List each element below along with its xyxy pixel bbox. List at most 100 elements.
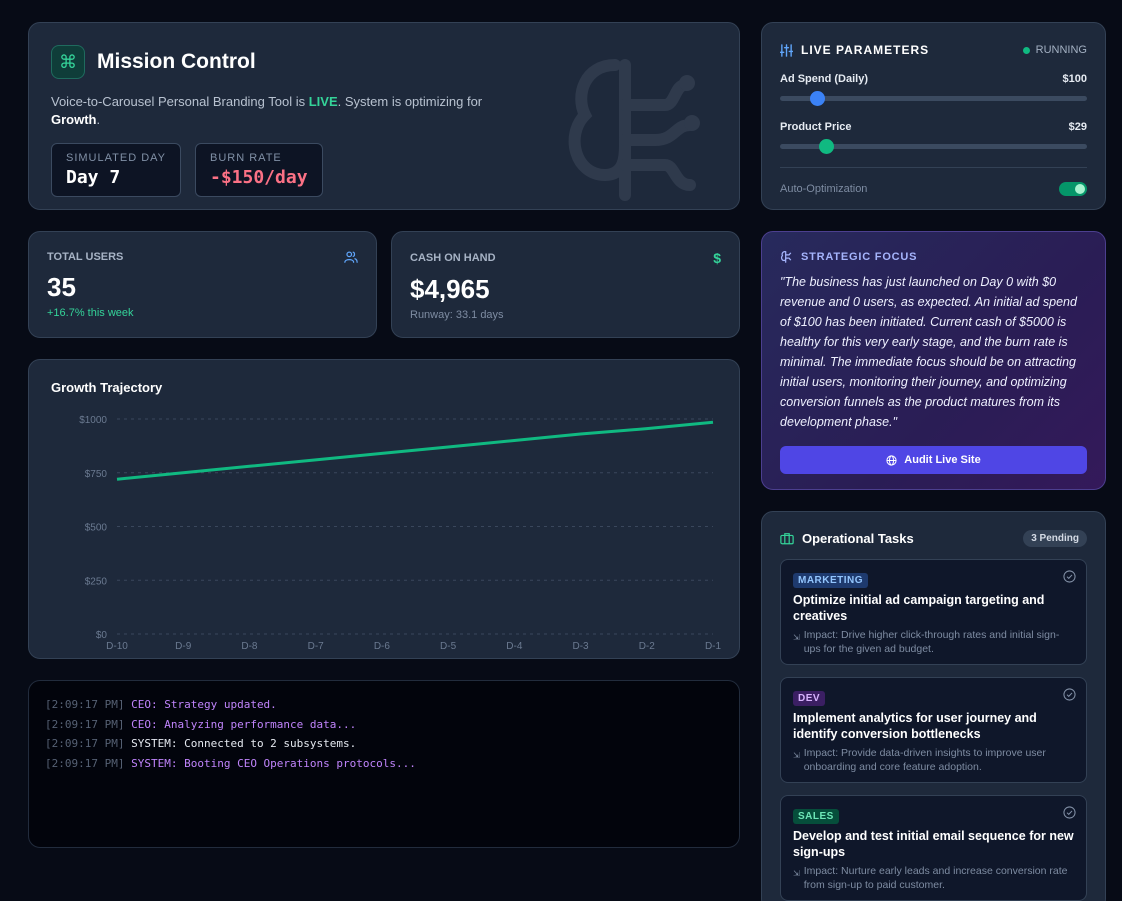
brain-icon [780, 251, 792, 263]
series-line [116, 420, 714, 481]
cash-on-hand-value: $4,965 [410, 274, 490, 304]
task-category-tag: SALES [793, 809, 839, 824]
running-label: RUNNING [1035, 44, 1087, 56]
task-category-tag: DEV [793, 691, 826, 706]
strategic-focus-card: STRATEGIC FOCUS "The business has just l… [761, 231, 1106, 490]
x-tick-label: D-3 [572, 641, 589, 652]
log-message: SYSTEM: Connected to 2 subsystems. [131, 737, 357, 750]
brain-circuit-icon [568, 59, 700, 201]
check-circle-icon[interactable] [1063, 688, 1076, 701]
task-impact: ⇲ Impact: Nurture early leads and increas… [793, 864, 1074, 892]
live-parameters-card: LIVE PARAMETERS RUNNING Ad Spend (Daily)… [761, 22, 1106, 210]
log-line: [2:09:17 PM] SYSTEM: Booting CEO Operati… [45, 754, 723, 774]
audit-button-label: Audit Live Site [904, 454, 981, 466]
growth-chart-card: Growth Trajectory $0 $250 $500 $750 $1000 D-1… [28, 359, 740, 659]
total-users-label: TOTAL USERS [47, 251, 124, 263]
product-price-slider-thumb[interactable] [818, 139, 834, 154]
impact-icon: ⇲ [793, 633, 800, 642]
task-impact-text: Impact: Nurture early leads and increase… [803, 865, 1068, 891]
check-circle-icon[interactable] [1063, 570, 1076, 583]
x-tick-label: D-7 [308, 641, 325, 652]
activity-log-terminal: [2:09:17 PM] CEO: Strategy updated. [2:0… [28, 680, 740, 848]
y-tick-label: $500 [85, 523, 108, 534]
auto-optimization-label: Auto-Optimization [780, 183, 868, 195]
log-message: CEO: Strategy updated. [131, 698, 277, 711]
ad-spend-label: Ad Spend (Daily) [780, 73, 869, 85]
task-title: Implement analytics for user journey and… [793, 711, 1037, 741]
log-line: [2:09:17 PM] CEO: Strategy updated. [45, 695, 723, 715]
task-impact-text: Impact: Provide data-driven insights to … [803, 747, 1046, 773]
operational-tasks-title: Operational Tasks [802, 531, 914, 546]
log-timestamp: [2:09:17 PM] [45, 737, 125, 750]
simulated-day-box: SIMULATED DAY Day 7 [51, 143, 181, 197]
log-line: [2:09:17 PM] CEO: Analyzing performance … [45, 715, 723, 735]
mission-subtitle: Voice-to-Carousel Personal Branding Tool… [51, 93, 491, 129]
growth-chart: $0 $250 $500 $750 $1000 D-10 D-9 D-8 D-7 D-6 D-5 D-… [79, 415, 722, 652]
product-price-value: $29 [1068, 121, 1087, 133]
runway-note: Runway: 33.1 days [410, 309, 504, 321]
impact-icon: ⇲ [793, 751, 800, 760]
subtitle-end: . [96, 112, 101, 127]
auto-optimization-toggle[interactable] [1059, 182, 1087, 196]
log-timestamp: [2:09:17 PM] [45, 717, 125, 731]
task-impact: ⇲ Impact: Provide data-driven insights to… [793, 746, 1074, 774]
total-users-card: TOTAL USERS 35 +16.7% this week [28, 231, 377, 338]
task-title: Optimize initial ad campaign targeting a… [793, 593, 1045, 623]
cash-on-hand-card: CASH ON HAND $ $4,965 Runway: 33.1 days [391, 231, 740, 338]
strategy-quote: "The business has just launched on Day 0… [780, 275, 1077, 429]
divider [780, 167, 1087, 168]
status-dot [1022, 46, 1030, 54]
ad-spend-value: $100 [1062, 73, 1087, 85]
users-icon [344, 251, 358, 263]
total-users-value: 35 [47, 272, 76, 302]
ad-spend-slider-thumb[interactable] [809, 91, 825, 106]
running-status: RUNNING [1022, 44, 1087, 56]
product-price-slider[interactable] [780, 139, 1087, 154]
task-card[interactable]: MARKETING Optimize initial ad campaign t… [780, 559, 1087, 665]
x-tick-label: D-8 [241, 641, 258, 652]
optimization-goal: Growth [51, 112, 97, 127]
x-tick-label: D-2 [639, 641, 656, 652]
cash-on-hand-label: CASH ON HAND [410, 252, 496, 264]
x-tick-label: D-5 [440, 641, 457, 652]
x-tick-label: D-1 [705, 641, 722, 652]
live-parameters-title: LIVE PARAMETERS [801, 43, 930, 57]
operational-tasks-card: Operational Tasks 3 Pending MARKETING Op… [761, 511, 1106, 901]
simulated-day-label: SIMULATED DAY [66, 152, 166, 164]
pending-count-badge: 3 Pending [1023, 530, 1087, 547]
page-title: Mission Control [97, 50, 256, 73]
simulated-day-value: Day 7 [66, 167, 121, 188]
live-status: LIVE [308, 94, 338, 109]
burn-rate-label: BURN RATE [210, 152, 282, 164]
subtitle-mid: . System is optimizing for [337, 94, 483, 109]
globe-icon [886, 454, 897, 466]
log-message: CEO: Analyzing performance data... [131, 717, 357, 731]
x-tick-label: D-6 [374, 641, 391, 652]
audit-live-site-button[interactable]: Audit Live Site [780, 446, 1087, 474]
command-icon: ⌘ [51, 45, 85, 79]
task-card[interactable]: SALES Develop and test initial email seq… [780, 795, 1087, 901]
y-tick-label: $1000 [79, 415, 107, 426]
y-tick-label: $250 [85, 576, 108, 587]
task-impact: ⇲ Impact: Drive higher click-through rate… [793, 628, 1074, 656]
log-timestamp: [2:09:17 PM] [45, 698, 125, 711]
ad-spend-slider[interactable] [780, 91, 1087, 106]
dollar-icon: $ [713, 250, 721, 266]
subtitle-prefix: Voice-to-Carousel Personal Branding Tool… [51, 94, 309, 109]
burn-rate-box: BURN RATE -$150/day [195, 143, 323, 197]
task-card[interactable]: DEV Implement analytics for user journey… [780, 677, 1087, 783]
x-tick-label: D-10 [106, 641, 128, 652]
task-impact-text: Impact: Drive higher click-through rates… [803, 629, 1060, 655]
log-message: SYSTEM: Booting CEO Operations protocols… [131, 756, 416, 770]
product-price-label: Product Price [780, 121, 852, 133]
burn-rate-value: -$150/day [210, 167, 308, 188]
y-tick-label: $0 [96, 630, 108, 641]
mission-control-card: ⌘ Mission Control Voice-to-Carousel Pers… [28, 22, 740, 210]
x-tick-label: D-4 [506, 641, 523, 652]
strategic-focus-title: STRATEGIC FOCUS [801, 250, 918, 263]
check-circle-icon[interactable] [1063, 806, 1076, 819]
x-tick-label: D-9 [175, 641, 192, 652]
log-line: [2:09:17 PM] SYSTEM: Connected to 2 subs… [45, 734, 723, 754]
briefcase-icon [780, 533, 794, 545]
users-growth-note: +16.7% this week [47, 307, 134, 319]
